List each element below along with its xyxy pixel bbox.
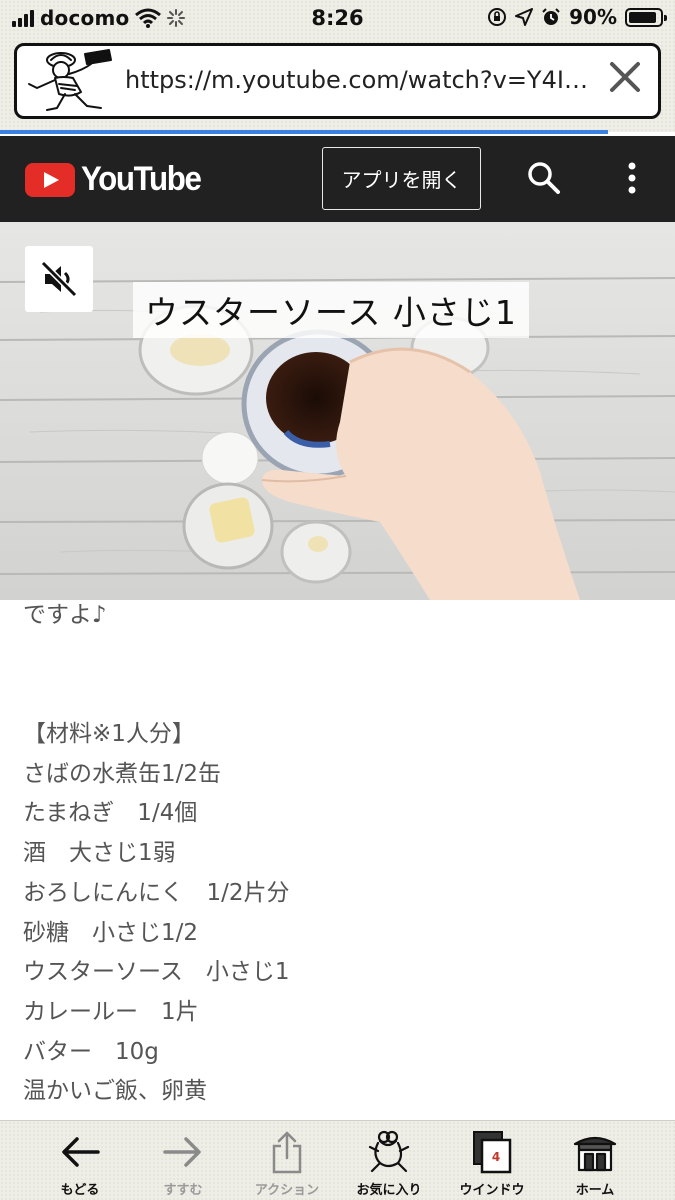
battery-level-fill [629,11,656,23]
back-button[interactable]: もどる [25,1127,135,1198]
back-label: もどる [60,1183,100,1198]
forward-arrow-icon [163,1137,201,1167]
alarm-icon [542,8,560,25]
close-icon[interactable] [608,60,642,94]
description-line [23,675,643,715]
share-icon [272,1131,302,1174]
video-caption: ウスターソース 小さじ1 [133,282,529,338]
description-line: 砂糖 小さじ1/2 [23,919,199,946]
url-text[interactable]: https://m.youtube.com/watch?v=Y4I… [125,66,605,94]
video-player[interactable]: ウスターソース 小さじ1 [0,222,675,600]
browser-mascot-logo [28,49,112,111]
open-app-button[interactable]: アプリを開く [322,147,481,210]
youtube-logo[interactable]: YouTube [25,160,211,199]
location-arrow-icon [515,8,534,26]
search-icon[interactable] [526,160,562,196]
home-shop-icon [573,1136,617,1172]
description-line: バター 10g [23,1038,159,1065]
battery-percent: 90% [569,5,617,29]
more-options-icon[interactable] [620,160,644,196]
rotation-lock-icon [488,8,507,26]
action-label: アクション [254,1183,320,1198]
description-line: 【材料※1人分】 [23,721,195,748]
frog-favorites-icon [368,1130,410,1173]
description-line: たまねぎ 1/4個 [23,800,198,827]
window-label: ウインドウ [459,1183,525,1198]
browser-chrome: docomo 8:26 90% https://m.youtube.com/wa… [0,0,675,132]
favorites-label: お気に入り [356,1183,422,1198]
description-line [23,636,643,676]
description-line: ウスターソース 小さじ1 [23,959,290,986]
status-bar: docomo 8:26 90% [0,0,675,38]
bottom-toolbar: もどる すすむ アクション お気に入り 4 ウインドウ ホーム [0,1120,675,1200]
description-line: さばの水煮缶1/2缶 [23,760,222,787]
windows-icon: 4 [473,1131,512,1174]
youtube-header: YouTube アプリを開く [0,136,675,222]
action-button[interactable]: アクション [232,1127,342,1198]
description-line: 酒 大さじ1弱 [23,840,176,867]
window-count: 4 [492,1150,500,1164]
page-load-progress-bar [0,130,608,134]
youtube-logo-text: YouTube [81,160,202,198]
favorites-button[interactable]: お気に入り [334,1127,444,1198]
video-frame-image [0,222,675,600]
muted-speaker-icon [40,260,78,298]
home-button[interactable]: ホーム [540,1127,650,1198]
home-label: ホーム [575,1183,615,1198]
description-line: おろしにんにく 1/2片分 [23,879,290,906]
battery-icon [625,7,667,27]
back-arrow-icon [62,1137,100,1167]
forward-button[interactable]: すすむ [128,1127,238,1198]
url-bar[interactable]: https://m.youtube.com/watch?v=Y4I… [14,43,661,119]
description-line: カレールー 1片 [23,998,199,1025]
description-line: 温かいご飯、卵黄 [23,1078,207,1105]
youtube-play-logo-icon [25,162,75,197]
mute-toggle-button[interactable] [25,246,93,312]
window-button[interactable]: 4 ウインドウ [437,1127,547,1198]
forward-label: すすむ [163,1183,203,1198]
video-description: ですよ♪ 【材料※1人分】 さばの水煮缶1/2缶 たまねぎ 1/4個酒 大さじ1弱おろ… [23,596,643,1112]
status-right: 90% [487,5,667,29]
description-line: ですよ♪ [23,602,107,628]
